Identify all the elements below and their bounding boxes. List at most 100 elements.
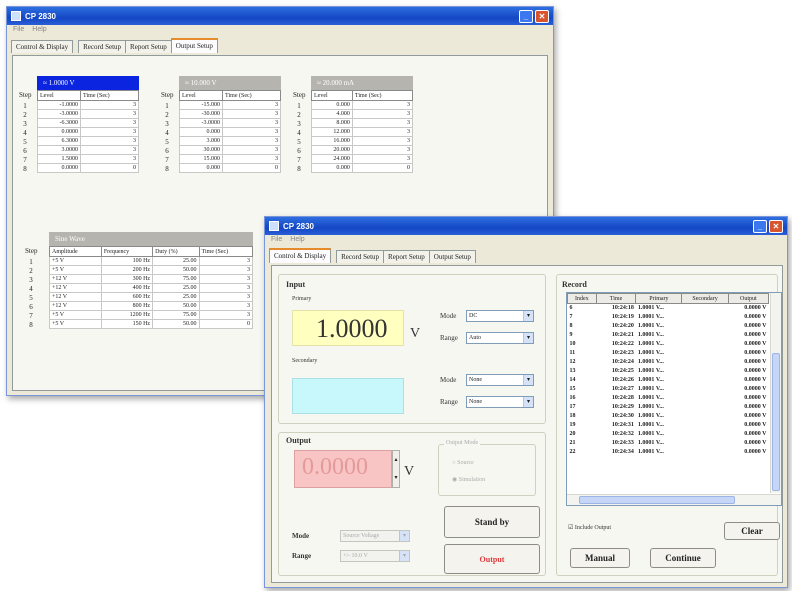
table-row: 9 10:24:21 1.0001 V... 0.0000 V [569, 332, 767, 338]
table-row: 6.3000 3 [36, 136, 139, 146]
include-output-checkbox[interactable]: ☑ Include Output [568, 524, 611, 531]
secondary-mode-label: Mode [440, 376, 457, 384]
table-row: 4.000 3 [311, 109, 414, 119]
menu-help[interactable]: Help [290, 236, 304, 246]
record-title: Record [562, 280, 587, 289]
spin-up-icon[interactable]: ▴ [393, 451, 399, 469]
chevron-down-icon: ▾ [399, 531, 409, 541]
table-2-grid[interactable]: Level Time (Sec) -15.000 3 -30.000 3 -3.000… [178, 90, 281, 173]
output-range-label: Range [292, 552, 312, 560]
primary-label: Primary [292, 296, 312, 302]
horizontal-scrollbar[interactable] [567, 494, 781, 505]
sine-grid[interactable]: Amplitude Frequency Duty (%) Time (Sec) +5 … [49, 246, 254, 329]
tab-report-setup[interactable]: Report Setup [383, 250, 430, 263]
table-row: -30.000 3 [178, 109, 281, 119]
output-mode-label: Mode [292, 532, 310, 540]
table-row: +5 V 100 Hz 25.00 3 [49, 256, 254, 266]
table-row: 30.000 3 [178, 145, 281, 155]
output-mode-group [438, 444, 536, 496]
minimize-icon[interactable]: _ [753, 219, 767, 233]
table-row: 0.0000 3 [36, 127, 139, 137]
table-row: -6.3000 3 [36, 118, 139, 128]
chevron-down-icon: ▾ [523, 375, 533, 385]
tab-record-setup[interactable]: Record Setup [78, 40, 127, 53]
tab-output-setup[interactable]: Output Setup [170, 38, 218, 53]
radio-simulation[interactable]: ◉ Simulation [452, 476, 485, 483]
tab-report-setup[interactable]: Report Setup [125, 40, 172, 53]
secondary-range-select[interactable]: None ▾ [466, 396, 534, 408]
table-row: 19 10:24:31 1.0001 V... 0.0000 V [569, 422, 767, 428]
continue-button[interactable]: Continue [650, 548, 716, 568]
level-table-3: ≈ 20.000 mA Level Time (Sec) 0.000 3 4.000… [311, 76, 414, 173]
table-row: 1.5000 3 [36, 154, 139, 164]
table-row: +5 V 200 Hz 50.00 3 [49, 265, 254, 275]
table-row: 12.000 3 [311, 127, 414, 137]
level-table-1: ≈ 1.0000 V Level Time (Sec) -1.0000 3 -3.0… [36, 76, 139, 173]
record-list[interactable]: Index Time Primary Secondary Output 6 10:… [566, 292, 782, 506]
clear-button[interactable]: Clear [724, 522, 780, 540]
secondary-mode-select[interactable]: None ▾ [466, 374, 534, 386]
back-window-titlebar[interactable]: CP 2830 _ ✕ [7, 7, 553, 25]
table-row: 15 10:24:27 1.0001 V... 0.0000 V [569, 386, 767, 392]
primary-mode-select[interactable]: DC ▾ [466, 310, 534, 322]
vertical-scrollbar[interactable] [770, 293, 781, 493]
app-icon [269, 221, 279, 231]
table-row: +12 V 300 Hz 75.00 3 [49, 274, 254, 284]
level-table-2: ≈ 10.000 V Level Time (Sec) -15.000 3 -30.… [178, 76, 281, 173]
table-row: 10 10:24:22 1.0001 V... 0.0000 V [569, 341, 767, 347]
table-row: 16 10:24:28 1.0001 V... 0.0000 V [569, 395, 767, 401]
secondary-display [292, 378, 404, 414]
secondary-range-label: Range [440, 398, 458, 406]
scroll-thumb[interactable] [772, 353, 780, 491]
front-window-titlebar[interactable]: CP 2830 _ ✕ [265, 217, 787, 235]
spin-down-icon[interactable]: ▾ [393, 469, 399, 487]
output-mode-group-title: Output Mode [444, 440, 481, 446]
table-row: +5 V 1200 Hz 75.00 3 [49, 310, 254, 320]
primary-range-label: Range [440, 334, 458, 342]
front-window: CP 2830 _ ✕ File Help Control & Display … [264, 216, 788, 588]
close-icon[interactable]: ✕ [535, 9, 549, 23]
table-2-header[interactable]: ≈ 10.000 V [179, 76, 281, 90]
front-window-title: CP 2830 [283, 221, 314, 231]
tab-record-setup[interactable]: Record Setup [336, 250, 385, 263]
tab-output-setup[interactable]: Output Setup [428, 250, 476, 263]
output-range-select[interactable]: +/- 10.0 V ▾ [340, 550, 410, 562]
table-row: 0.000 0 [178, 163, 281, 173]
primary-range-select[interactable]: Auto ▾ [466, 332, 534, 344]
menu-file[interactable]: File [271, 236, 282, 246]
manual-button[interactable]: Manual [570, 548, 630, 568]
output-spinner[interactable]: ▴ ▾ [392, 450, 400, 488]
output-button[interactable]: Output [444, 544, 540, 574]
primary-mode-label: Mode [440, 312, 457, 320]
table-row: 0.000 3 [178, 127, 281, 137]
table-3-header[interactable]: ≈ 20.000 mA [311, 76, 413, 90]
standby-button[interactable]: Stand by [444, 506, 540, 538]
step-column-3: Step 12345678 [293, 91, 306, 173]
minimize-icon[interactable]: _ [519, 9, 533, 23]
sine-header[interactable]: Sine Wave [49, 232, 253, 246]
table-row: 24.000 3 [311, 154, 414, 164]
tab-control-display[interactable]: Control & Display [11, 40, 74, 53]
table-3-grid[interactable]: Level Time (Sec) 0.000 3 4.000 3 8.000 3 12.… [311, 90, 414, 173]
radio-source[interactable]: ○ Source [452, 460, 474, 466]
tab-control-display[interactable]: Control & Display [269, 248, 332, 263]
table-row: +12 V 600 Hz 25.00 3 [49, 292, 254, 302]
table-row: 22 10:24:34 1.0001 V... 0.0000 V [569, 449, 767, 455]
table-row: 20 10:24:32 1.0001 V... 0.0000 V [569, 431, 767, 437]
record-table[interactable]: Index Time Primary Secondary Output 6 10:… [567, 293, 770, 457]
table-1-header[interactable]: ≈ 1.0000 V [37, 76, 139, 90]
table-row: +5 V 150 Hz 50.00 0 [49, 319, 254, 329]
menu-file[interactable]: File [13, 26, 24, 36]
menu-help[interactable]: Help [32, 26, 46, 36]
table-1-grid[interactable]: Level Time (Sec) -1.0000 3 -3.0000 3 -6.300… [36, 90, 139, 173]
table-row: 18 10:24:30 1.0001 V... 0.0000 V [569, 413, 767, 419]
primary-value: 1.0000 [316, 314, 388, 343]
input-title: Input [286, 280, 306, 289]
hscroll-thumb[interactable] [579, 496, 735, 504]
sine-wave-table: Sine Wave Amplitude Frequency Duty (%) Time… [49, 232, 254, 329]
close-icon[interactable]: ✕ [769, 219, 783, 233]
front-menubar: File Help [265, 235, 787, 247]
table-row: 6 10:24:18 1.0001 V... 0.0000 V [569, 305, 767, 312]
output-mode-select[interactable]: Source Voltage ▾ [340, 530, 410, 542]
chevron-down-icon: ▾ [523, 333, 533, 343]
